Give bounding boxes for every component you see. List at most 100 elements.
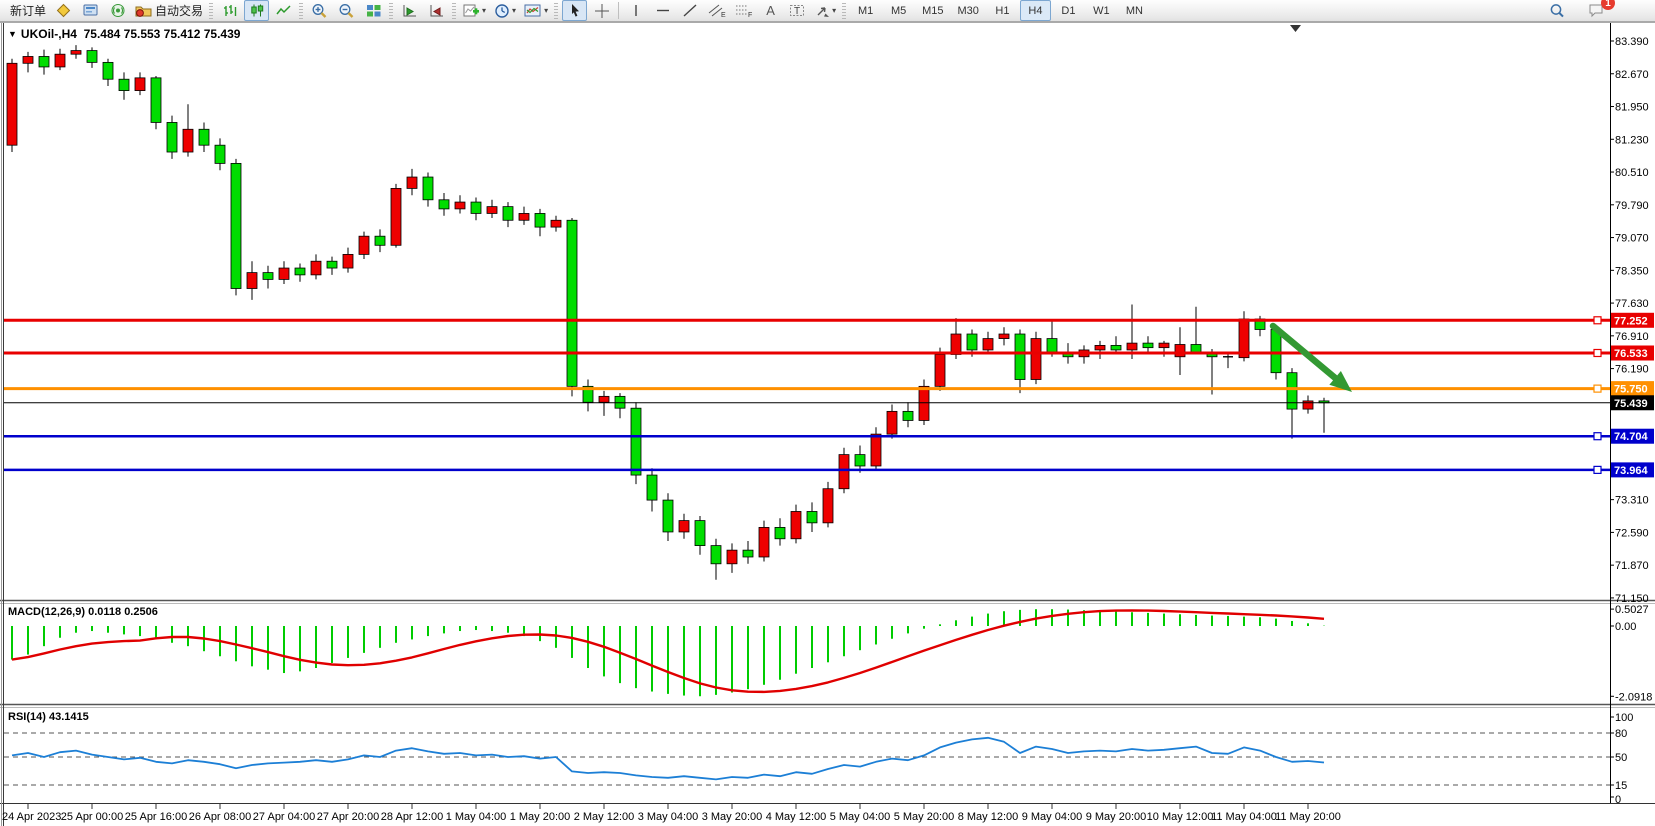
candle-bull [135, 78, 145, 91]
price-tick: 79.070 [1615, 233, 1649, 245]
svg-text:T: T [794, 6, 800, 17]
toolbar-grip [842, 3, 846, 19]
candle-bear [663, 500, 673, 532]
terminal-window: 新订单 自动交易 [0, 0, 1655, 826]
price-tick: 78.350 [1615, 265, 1649, 277]
fibonacci-tool-button[interactable]: F [731, 0, 756, 21]
candle-bear [119, 79, 129, 90]
trendline-icon [682, 3, 698, 18]
auto-scroll-button[interactable] [397, 0, 422, 21]
candle-bear [1143, 343, 1153, 348]
chart-shift-icon [429, 3, 445, 18]
tile-windows-button[interactable] [361, 0, 386, 21]
arrows-tool-button[interactable]: ▾ [812, 0, 839, 21]
timeframe-button-mn[interactable]: MN [1119, 0, 1150, 21]
timeframe-button-m30[interactable]: M30 [952, 0, 985, 21]
candle-bear [1191, 344, 1201, 352]
tag-icon [56, 3, 71, 18]
timeframe-button-m5[interactable]: M5 [883, 0, 914, 21]
price-tick: 82.670 [1615, 69, 1649, 81]
candle-bull [1159, 343, 1169, 348]
vertical-line-tool-button[interactable] [623, 0, 648, 21]
line-chart-button[interactable] [271, 0, 296, 21]
svg-text:F: F [748, 12, 752, 18]
line-handle[interactable] [1594, 349, 1601, 356]
periods-button[interactable]: ▾ [491, 0, 519, 21]
arrow-shapes-icon [815, 3, 830, 18]
time-label: 27 Apr 20:00 [317, 811, 379, 823]
time-label: 11 May 20:00 [1275, 811, 1341, 823]
candlestick-chart-button[interactable] [244, 0, 269, 21]
horizontal-line-tool-button[interactable] [650, 0, 675, 21]
line-handle[interactable] [1594, 385, 1601, 392]
candle-bear [39, 56, 49, 66]
line-handle[interactable] [1594, 433, 1601, 440]
time-label: 3 May 20:00 [702, 811, 763, 823]
time-label: 8 May 12:00 [958, 811, 1019, 823]
market-watch-button[interactable] [78, 0, 103, 21]
notifications-button[interactable]: 1 [1584, 0, 1609, 21]
signals-button[interactable] [105, 0, 130, 21]
cursor-icon [568, 3, 582, 18]
price-tick: 80.510 [1615, 167, 1649, 179]
line-handle[interactable] [1594, 317, 1601, 324]
cursor-tool-button[interactable] [562, 0, 587, 21]
templates-button[interactable]: ▾ [521, 0, 551, 21]
candle-bear [535, 213, 545, 227]
chart-shift-marker[interactable] [1290, 25, 1301, 32]
candle-bull [951, 334, 961, 354]
zoom-out-button[interactable] [334, 0, 359, 21]
timeframe-button-h4[interactable]: H4 [1020, 0, 1051, 21]
indicators-button[interactable]: ▾ [460, 0, 489, 21]
candle-bull [791, 511, 801, 538]
search-button[interactable] [1544, 0, 1569, 21]
price-tick: 81.950 [1615, 102, 1649, 114]
candle-bear [151, 78, 161, 123]
chart-window: 83.39082.67081.95081.23080.51079.79079.0… [0, 22, 1655, 826]
candle-bull [359, 236, 369, 254]
timeframe-button-m15[interactable]: M15 [916, 0, 949, 21]
timeframe-button-w1[interactable]: W1 [1086, 0, 1117, 21]
candle-bear [295, 268, 305, 275]
timeframe-button-d1[interactable]: D1 [1053, 0, 1084, 21]
price-flag-value: 75.439 [1614, 398, 1648, 410]
line-handle[interactable] [1594, 466, 1601, 473]
new-order-label: 新订单 [10, 2, 46, 19]
candle-bear [1271, 329, 1281, 372]
text-label-tool-button[interactable]: T [785, 0, 810, 21]
auto-trading-label: 自动交易 [155, 2, 203, 19]
zoom-in-icon [311, 3, 328, 19]
time-label: 1 May 04:00 [446, 811, 507, 823]
equidistant-channel-tool-button[interactable]: E [704, 0, 729, 21]
candle-bull [1303, 401, 1313, 409]
candle-bear [743, 550, 753, 557]
bar-chart-button[interactable] [217, 0, 242, 21]
time-label: 28 Apr 12:00 [381, 811, 443, 823]
candle-bear [1015, 334, 1025, 380]
text-tool-button[interactable]: A [758, 0, 783, 21]
new-order-icon[interactable] [51, 0, 76, 21]
timeframe-button-m1[interactable]: M1 [850, 0, 881, 21]
toolbar-grip [209, 3, 213, 19]
candle-bull [343, 254, 353, 268]
rsi-axis-tick: 15 [1615, 780, 1627, 792]
auto-trading-button[interactable]: 自动交易 [132, 0, 206, 21]
candle-bear [711, 546, 721, 564]
time-label: 9 May 20:00 [1086, 811, 1147, 823]
timeframe-button-h1[interactable]: H1 [987, 0, 1018, 21]
candle-bear [215, 145, 225, 163]
time-label: 27 Apr 04:00 [253, 811, 315, 823]
candle-bull [1095, 345, 1105, 350]
rsi-axis-tick: 80 [1615, 728, 1627, 740]
crosshair-tool-button[interactable] [589, 0, 614, 21]
candle-bull [919, 386, 929, 420]
chart-shift-button[interactable] [424, 0, 449, 21]
candle-bear [503, 207, 513, 221]
time-label: 25 Apr 16:00 [125, 811, 187, 823]
tile-windows-icon [366, 3, 382, 18]
chart-canvas[interactable]: 83.39082.67081.95081.23080.51079.79079.0… [0, 22, 1655, 826]
trendline-tool-button[interactable] [677, 0, 702, 21]
channel-icon: E [708, 3, 726, 18]
new-order-button[interactable]: 新订单 [4, 0, 49, 21]
zoom-in-button[interactable] [307, 0, 332, 21]
